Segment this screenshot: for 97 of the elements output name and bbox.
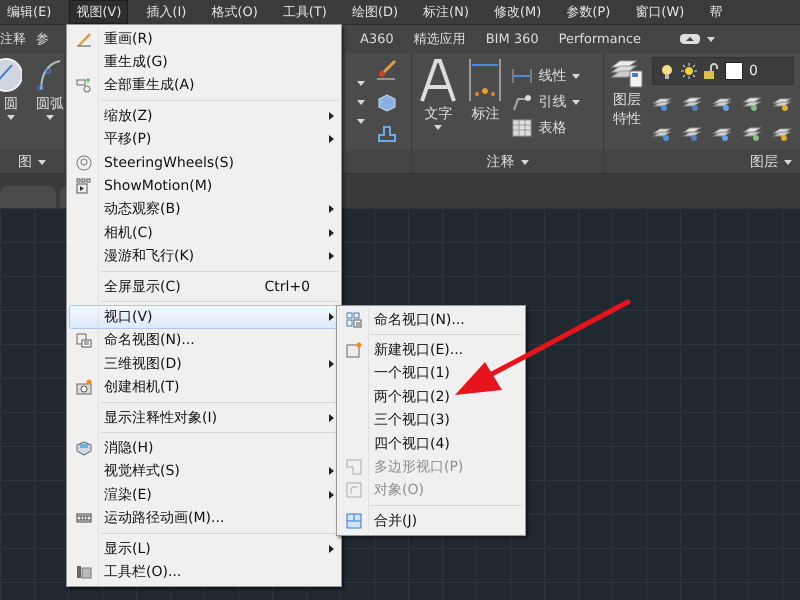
named-view-icon xyxy=(76,332,92,348)
ribbon-tool-button[interactable]: 表格 xyxy=(512,119,580,137)
menu-item[interactable]: 两个视口(2) xyxy=(339,385,523,409)
panel-toggle-icon xyxy=(679,32,702,46)
menu-bar-item[interactable]: 插入(I) xyxy=(139,0,194,24)
ribbon-tab[interactable]: BIM 360 xyxy=(476,32,549,46)
cube-icon xyxy=(76,440,92,456)
text-a-icon xyxy=(418,57,458,103)
menu-item[interactable]: 重生成(G) xyxy=(69,50,339,74)
menu-bar-item[interactable]: 编辑(E) xyxy=(0,0,58,24)
menu-bar-item[interactable]: 绘图(D) xyxy=(344,0,406,24)
caret-icon[interactable] xyxy=(46,115,54,120)
menu-bar-item[interactable]: 格式(O) xyxy=(204,0,265,24)
menu-bar-item[interactable]: 窗口(W) xyxy=(628,0,692,24)
menu-item[interactable]: 动态观察(B) xyxy=(69,198,339,222)
menu-bar-item[interactable]: 视图(V) xyxy=(69,0,128,24)
pencil-icon xyxy=(76,30,92,47)
menu-bar-item[interactable]: 修改(M) xyxy=(486,0,548,24)
sun-icon xyxy=(681,63,697,79)
linear-dimension-icon xyxy=(512,67,532,85)
ribbon-tool-button[interactable]: 引线 xyxy=(512,93,580,111)
menu-item[interactable]: SteeringWheels(S) xyxy=(69,150,339,174)
caret-icon[interactable] xyxy=(707,36,716,42)
ribbon-tab[interactable]: A360 xyxy=(350,32,404,46)
menu-item[interactable]: 缩放(Z) xyxy=(69,104,339,128)
polygon-viewport-icon xyxy=(346,459,362,476)
menu-item[interactable]: ShowMotion(M) xyxy=(69,174,339,198)
caret-icon[interactable] xyxy=(572,74,580,78)
menu-item[interactable]: 重画(R) xyxy=(69,27,339,50)
regenerate-icon xyxy=(76,77,92,94)
caret-icon[interactable] xyxy=(434,125,442,130)
menu-item[interactable]: 渲染(E) xyxy=(69,483,339,506)
color-swatch xyxy=(725,62,743,80)
leader-icon xyxy=(512,93,532,111)
panel-title: 注释 xyxy=(486,153,515,171)
ribbon-tab[interactable]: 精选应用 xyxy=(404,30,476,48)
menu-item[interactable]: 合并(J) xyxy=(339,509,523,533)
menu-bar-item[interactable]: 帮 xyxy=(702,0,730,24)
toolbar-icon xyxy=(76,564,92,580)
object-viewport-icon xyxy=(346,482,362,498)
ribbon-tool-button[interactable]: 圆弧 xyxy=(36,57,64,147)
menu-item[interactable]: 工具栏(O)... xyxy=(69,560,339,584)
caret-icon[interactable] xyxy=(38,160,46,164)
menu-item[interactable]: 三维视图(D) xyxy=(69,352,339,376)
caret-icon[interactable] xyxy=(572,100,580,104)
ribbon-tool-button[interactable]: 文字 xyxy=(418,57,458,147)
menu-item[interactable]: 显示注释性对象(I) xyxy=(69,406,339,430)
light-bulb-icon xyxy=(659,63,675,79)
dimension-icon xyxy=(468,57,502,103)
ribbon-tab[interactable]: Performance xyxy=(548,32,652,46)
camera-icon xyxy=(76,379,92,396)
outline-shape-icon xyxy=(375,123,398,145)
ribbon-tool-button[interactable]: 圆 xyxy=(0,57,22,147)
caret-icon[interactable] xyxy=(357,118,366,124)
menu-item[interactable]: 全屏显示(C) Ctrl+0 xyxy=(69,274,339,298)
menu-item[interactable]: 四个视口(4) xyxy=(339,432,523,456)
ribbon-tab[interactable]: 参 xyxy=(31,30,54,48)
named-viewport-icon xyxy=(346,312,362,328)
caret-icon[interactable] xyxy=(7,115,15,120)
film-play-icon xyxy=(76,178,92,194)
menu-item[interactable]: 平移(P) xyxy=(69,128,339,151)
menu-item[interactable]: 漫游和飞行(K) xyxy=(69,244,339,268)
arc-icon xyxy=(38,57,62,93)
caret-icon[interactable] xyxy=(784,160,792,164)
menu-item[interactable]: 视口(V) xyxy=(69,305,339,329)
caret-icon[interactable] xyxy=(520,160,529,164)
menu-item[interactable]: 视觉样式(S) xyxy=(69,460,339,484)
caret-icon[interactable] xyxy=(357,100,366,104)
menu-item[interactable]: 命名视口(N)... xyxy=(339,308,523,332)
menu-item[interactable]: 全部重生成(A) xyxy=(69,74,339,98)
unlocked-padlock-icon xyxy=(703,63,719,79)
menu-item[interactable]: 运动路径动画(M)... xyxy=(69,506,339,530)
join-viewport-icon xyxy=(346,512,362,529)
menu-item[interactable]: 命名视图(N)... xyxy=(69,328,339,352)
menu-bar-item[interactable]: 工具(T) xyxy=(276,0,334,24)
menu-item[interactable]: 消隐(H) xyxy=(69,436,339,460)
menu-item[interactable]: 创建相机(T) xyxy=(69,375,339,399)
menu-bar-item[interactable]: 标注(N) xyxy=(416,0,476,24)
menu-item[interactable]: 三个视口(3) xyxy=(339,408,523,432)
menu-item[interactable]: 新建视口(E)... xyxy=(339,338,523,362)
menu-item[interactable]: 一个视口(1) xyxy=(339,362,523,386)
tool-label: 图层特性 xyxy=(612,91,642,129)
ribbon-tool-button[interactable]: 线性 xyxy=(512,67,580,85)
panel-title: 图层 xyxy=(750,153,778,171)
ribbon-tool-button[interactable]: 标注 xyxy=(468,57,502,147)
panel-title: 图 xyxy=(18,153,32,171)
layer-name: 0 xyxy=(749,63,758,79)
steering-wheel-icon xyxy=(76,154,92,171)
layer-dropdown[interactable]: 0 xyxy=(652,57,794,85)
menu-bar-item[interactable]: 参数(P) xyxy=(559,0,618,24)
table-icon xyxy=(512,119,532,137)
ribbon-tab[interactable]: 注释 xyxy=(0,30,31,48)
caret-icon[interactable] xyxy=(357,80,366,86)
menu-item[interactable]: 显示(L) xyxy=(69,536,339,560)
new-viewport-icon xyxy=(346,342,362,358)
menu-item[interactable]: 相机(C) xyxy=(69,221,339,245)
brush-icon xyxy=(375,59,398,81)
